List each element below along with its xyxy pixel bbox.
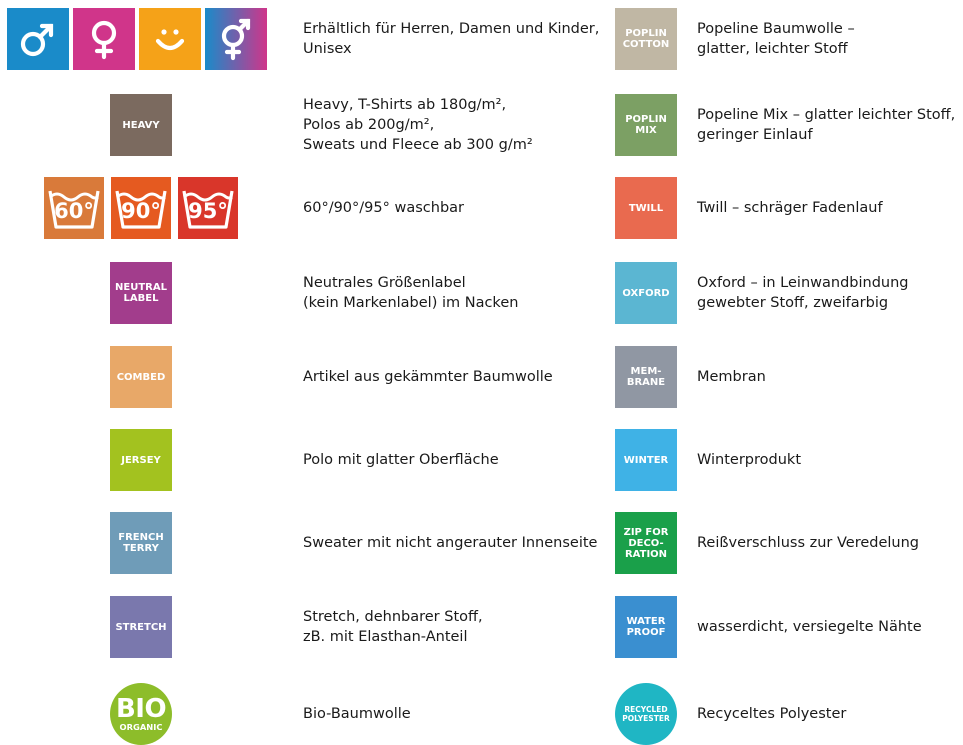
legend-row-right: WATER PROOF wasserdicht, versiegelte Näht… bbox=[615, 596, 963, 658]
feature-description: Oxford – in Leinwandbindung gewebter Sto… bbox=[697, 275, 909, 311]
legend-row-left: STRETCH Stretch, dehnbarer Stoff, zB. mit… bbox=[0, 596, 610, 658]
badge-neutral-label: NEUTRAL LABEL bbox=[110, 262, 172, 324]
badge-label: WATER PROOF bbox=[626, 616, 666, 638]
legend-row-right: POPLIN COTTON Popeline Baumwolle – glatte… bbox=[615, 8, 963, 70]
legend-row-left: NEUTRAL LABEL Neutrales Größenlabel (kein… bbox=[0, 262, 610, 324]
badge-oxford: OXFORD bbox=[615, 262, 677, 324]
wash-tub-icon: 60° bbox=[44, 177, 104, 239]
legend-row-left: HEAVY Heavy, T-Shirts ab 180g/m², Polos a… bbox=[0, 94, 610, 156]
badge-label: NEUTRAL LABEL bbox=[115, 282, 167, 304]
badge-combed: COMBED bbox=[110, 346, 172, 408]
legend-row-left: BIO ORGANIC Bio-Baumwolle bbox=[0, 683, 610, 745]
badge-label: RECYCLED POLYESTER bbox=[622, 705, 670, 723]
badge-label: TWILL bbox=[628, 202, 664, 214]
feature-description: wasserdicht, versiegelte Nähte bbox=[697, 619, 922, 635]
feature-description: Reißverschluss zur Veredelung bbox=[697, 535, 920, 551]
badge-twill: TWILL bbox=[615, 177, 677, 239]
badge-water-proof: WATER PROOF bbox=[615, 596, 677, 658]
female-icon bbox=[73, 8, 135, 70]
badge-label: STRETCH bbox=[115, 621, 167, 633]
badge-stretch: STRETCH bbox=[110, 596, 172, 658]
badge-label: BIO bbox=[115, 693, 167, 724]
feature-description: Heavy, T-Shirts ab 180g/m², Polos ab 200… bbox=[303, 97, 533, 153]
badge-label: JERSEY bbox=[121, 454, 161, 466]
badge-heavy: HEAVY bbox=[110, 94, 172, 156]
legend-row-right: MEM- BRANE Membran bbox=[615, 346, 963, 408]
legend-row-right: POPLIN MIX Popeline Mix – glatter leichte… bbox=[615, 94, 963, 156]
badge-french-terry: FRENCH TERRY bbox=[110, 512, 172, 574]
male-icon bbox=[7, 8, 69, 70]
badge-winter: WINTER bbox=[615, 429, 677, 491]
feature-description: 60°/90°/95° waschbar bbox=[303, 200, 464, 216]
badge-label: WINTER bbox=[623, 454, 669, 466]
badge-label: ZIP FOR DECO- RATION bbox=[623, 526, 669, 560]
feature-description: Popeline Baumwolle – glatter, leichter S… bbox=[697, 21, 855, 57]
legend-row-left: Erhältlich für Herren, Damen und Kinder,… bbox=[0, 8, 610, 70]
feature-description: Neutrales Größenlabel (kein Markenlabel)… bbox=[303, 275, 519, 311]
feature-description: Polo mit glatter Oberfläche bbox=[303, 452, 499, 468]
legend-row-left: COMBED Artikel aus gekämmter Baumwolle bbox=[0, 346, 610, 408]
wash-tub-icon: 95° bbox=[178, 177, 238, 239]
badge-label: POPLIN MIX bbox=[625, 114, 667, 136]
legend-row-right: TWILL Twill – schräger Fadenlauf bbox=[615, 177, 963, 239]
badge-recycled-polyester: RECYCLED POLYESTER bbox=[615, 683, 677, 745]
badge-label: FRENCH TERRY bbox=[118, 532, 164, 554]
legend-row-left: 60° 90° 95° 60°/90°/95° waschbar bbox=[0, 177, 610, 239]
badge-label: COMBED bbox=[116, 371, 166, 383]
feature-description: Twill – schräger Fadenlauf bbox=[697, 200, 883, 216]
badge-label: OXFORD bbox=[622, 287, 670, 299]
badge-poplin-cotton: POPLIN COTTON bbox=[615, 8, 677, 70]
legend-row-right: ZIP FOR DECO- RATION Reißverschluss zur V… bbox=[615, 512, 963, 574]
legend-row-right: RECYCLED POLYESTER Recyceltes Polyester bbox=[615, 683, 963, 745]
feature-description: Erhältlich für Herren, Damen und Kinder,… bbox=[303, 21, 600, 57]
unisex-icon bbox=[205, 8, 267, 70]
legend-row-right: OXFORD Oxford – in Leinwandbindung gewebt… bbox=[615, 262, 963, 324]
feature-description: Sweater mit nicht angerauter Innenseite bbox=[303, 535, 598, 551]
badge-text: BIO ORGANIC bbox=[115, 693, 167, 733]
feature-description: Recyceltes Polyester bbox=[697, 706, 847, 722]
feature-description: Popeline Mix – glatter leichter Stoff, g… bbox=[697, 107, 956, 143]
wash-temperature-label: 60° bbox=[54, 199, 94, 223]
badge-mem-brane: MEM- BRANE bbox=[615, 346, 677, 408]
legend-row-left: FRENCH TERRY Sweater mit nicht angerauter… bbox=[0, 512, 610, 574]
wash-tub-icon: 90° bbox=[111, 177, 171, 239]
kids-smiley-icon bbox=[139, 8, 201, 70]
badge-bio: BIO ORGANIC bbox=[110, 683, 172, 745]
legend-row-right: WINTER Winterprodukt bbox=[615, 429, 963, 491]
badge-poplin-mix: POPLIN MIX bbox=[615, 94, 677, 156]
feature-description: Artikel aus gekämmter Baumwolle bbox=[303, 369, 553, 385]
badge-zip-for-deco-ration: ZIP FOR DECO- RATION bbox=[615, 512, 677, 574]
feature-description: Membran bbox=[697, 369, 766, 385]
badge-label: MEM- BRANE bbox=[626, 366, 666, 388]
feature-description: Bio-Baumwolle bbox=[303, 706, 411, 722]
feature-description: Winterprodukt bbox=[697, 452, 801, 468]
badge-jersey: JERSEY bbox=[110, 429, 172, 491]
wash-temperature-label: 95° bbox=[188, 199, 228, 223]
legend-row-left: JERSEY Polo mit glatter Oberfläche bbox=[0, 429, 610, 491]
wash-temperature-label: 90° bbox=[121, 199, 161, 223]
feature-description: Stretch, dehnbarer Stoff, zB. mit Elasth… bbox=[303, 609, 483, 645]
badge-sublabel: ORGANIC bbox=[119, 721, 163, 732]
badge-label: POPLIN COTTON bbox=[622, 28, 670, 50]
badge-label: HEAVY bbox=[122, 119, 160, 131]
